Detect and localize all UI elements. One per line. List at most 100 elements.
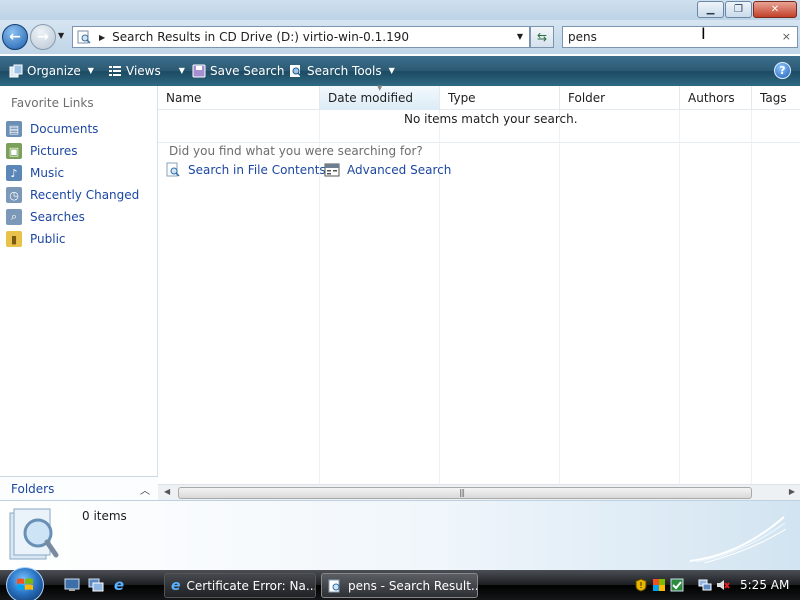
save-search-label: Save Search <box>210 63 285 78</box>
navigation-pane: Favorite Links ▤ Documents ▣ Pictures ♪ … <box>0 86 158 500</box>
public-folder-icon: ▮ <box>6 231 22 247</box>
window-controls: ▁ ❐ ✕ <box>697 1 797 18</box>
search-document-icon <box>165 162 181 178</box>
windows-logo-icon <box>17 578 33 590</box>
empty-results-message: No items match your search. <box>404 112 578 126</box>
column-divider <box>559 110 560 484</box>
help-button[interactable]: ? <box>774 62 791 79</box>
refresh-icon: ⇆ <box>536 30 548 44</box>
command-bar: Organize ▼ Views ▼ Save Search Search To… <box>0 56 800 86</box>
favorite-link-documents[interactable]: ▤ Documents <box>0 118 158 140</box>
internet-explorer-icon[interactable]: e <box>111 576 127 594</box>
file-list: Name Date modified Type Folder Authors T… <box>158 84 800 500</box>
chevron-down-icon: ▼ <box>87 66 94 75</box>
column-header-authors[interactable]: Authors <box>680 86 752 110</box>
favorite-link-label: Recently Changed <box>30 188 140 202</box>
advanced-search-icon <box>324 162 340 178</box>
search-tools-label: Search Tools <box>307 63 382 78</box>
chevron-up-icon: ︿ <box>140 486 150 497</box>
taskbar-item-search-results[interactable]: pens - Search Result... <box>321 573 478 598</box>
volume-muted-icon[interactable] <box>716 578 730 592</box>
text-cursor-icon: I <box>701 24 706 43</box>
history-dropdown-icon[interactable]: ▼ <box>58 31 64 40</box>
column-header-tags[interactable]: Tags <box>752 86 800 110</box>
folders-label: Folders <box>11 481 55 496</box>
scrollbar-thumb[interactable]: ||| <box>178 487 752 499</box>
views-button[interactable]: Views ▼ <box>107 63 185 78</box>
organize-label: Organize <box>27 63 81 78</box>
column-header-type[interactable]: Type <box>440 86 560 110</box>
advanced-search-label: Advanced Search <box>347 163 452 177</box>
svg-text:!: ! <box>639 581 642 590</box>
column-header-name[interactable]: Name <box>158 86 320 110</box>
breadcrumb-arrow-icon[interactable]: ▶ <box>99 33 105 42</box>
search-in-file-contents-link[interactable]: Search in File Contents <box>165 162 326 178</box>
back-arrow-icon: ← <box>9 29 21 45</box>
views-icon <box>107 63 122 78</box>
search-tools-button[interactable]: Search Tools ▼ <box>288 63 395 78</box>
organize-icon <box>8 63 23 78</box>
start-button[interactable] <box>6 567 44 600</box>
taskbar-item-label: Certificate Error: Na... <box>186 578 316 593</box>
taskbar-item-certificate-error[interactable]: e Certificate Error: Na... <box>164 573 316 598</box>
window-title-bar: ▁ ❐ ✕ <box>0 0 800 20</box>
save-search-button[interactable]: Save Search <box>191 63 285 78</box>
favorite-link-label: Searches <box>30 210 85 224</box>
network-icon[interactable] <box>698 578 712 592</box>
forward-button[interactable]: → <box>30 24 56 50</box>
favorite-link-label: Documents <box>30 122 99 136</box>
back-button[interactable]: ← <box>2 24 28 50</box>
search-input[interactable]: pens × <box>562 26 798 48</box>
search-input-value: pens <box>568 30 597 44</box>
minimize-button[interactable]: ▁ <box>697 1 724 18</box>
refresh-button[interactable]: ⇆ <box>530 26 554 48</box>
favorite-link-music[interactable]: ♪ Music <box>0 162 158 184</box>
save-search-icon <box>191 63 206 78</box>
recently-changed-icon: ◷ <box>6 187 22 203</box>
favorite-links-list: ▤ Documents ▣ Pictures ♪ Music ◷ Recentl… <box>0 118 158 250</box>
favorite-link-label: Music <box>30 166 65 180</box>
sort-indicator-icon: ▼ <box>377 84 383 92</box>
item-count: 0 items <box>82 509 127 523</box>
column-header-folder[interactable]: Folder <box>560 86 680 110</box>
taskbar-clock[interactable]: 5:25 AM <box>740 578 789 592</box>
pictures-icon: ▣ <box>6 143 22 159</box>
organize-button[interactable]: Organize ▼ <box>8 63 94 78</box>
scroll-right-icon[interactable]: ▶ <box>789 487 795 496</box>
close-button[interactable]: ✕ <box>753 1 797 18</box>
clear-search-icon[interactable]: × <box>782 30 791 43</box>
security-shield-icon[interactable]: ! <box>634 578 648 592</box>
taskbar: e e Certificate Error: Na... pens - Sear… <box>0 567 800 600</box>
views-label: Views <box>126 63 161 78</box>
search-prompt: Did you find what you were searching for… <box>169 144 423 158</box>
search-folder-icon <box>76 29 92 45</box>
show-desktop-icon[interactable] <box>64 577 80 593</box>
scrollbar-grip-icon: ||| <box>459 488 465 497</box>
search-results-icon <box>8 507 60 563</box>
advanced-search-link[interactable]: Advanced Search <box>324 162 451 178</box>
horizontal-scrollbar[interactable]: ◀ ||| ▶ <box>158 484 800 500</box>
details-pane: 0 items <box>0 500 800 570</box>
address-row: ← → ▼ ▶ Search Results in CD Drive (D:) … <box>0 20 800 54</box>
maximize-button[interactable]: ❐ <box>725 1 752 18</box>
address-path: Search Results in CD Drive (D:) virtio-w… <box>112 30 409 44</box>
decorative-swoosh <box>690 516 786 563</box>
forward-arrow-icon: → <box>37 29 49 45</box>
column-divider <box>679 110 680 484</box>
favorite-link-public[interactable]: ▮ Public <box>0 228 158 250</box>
favorite-link-pictures[interactable]: ▣ Pictures <box>0 140 158 162</box>
windows-update-icon[interactable] <box>652 578 666 592</box>
chevron-down-icon: ▼ <box>388 66 395 75</box>
switch-windows-icon[interactable] <box>88 577 104 593</box>
search-tools-icon <box>288 63 303 78</box>
favorite-link-label: Public <box>30 232 66 246</box>
music-icon: ♪ <box>6 165 22 181</box>
address-dropdown-icon[interactable]: ▼ <box>517 32 523 41</box>
action-center-icon[interactable] <box>670 578 684 592</box>
favorite-link-searches[interactable]: ⌕ Searches <box>0 206 158 228</box>
scroll-left-icon[interactable]: ◀ <box>164 487 170 496</box>
folders-toggle[interactable]: Folders ︿ <box>0 476 158 500</box>
address-bar[interactable]: ▶ Search Results in CD Drive (D:) virtio… <box>72 26 530 48</box>
divider <box>158 142 800 143</box>
favorite-link-recently-changed[interactable]: ◷ Recently Changed <box>0 184 158 206</box>
